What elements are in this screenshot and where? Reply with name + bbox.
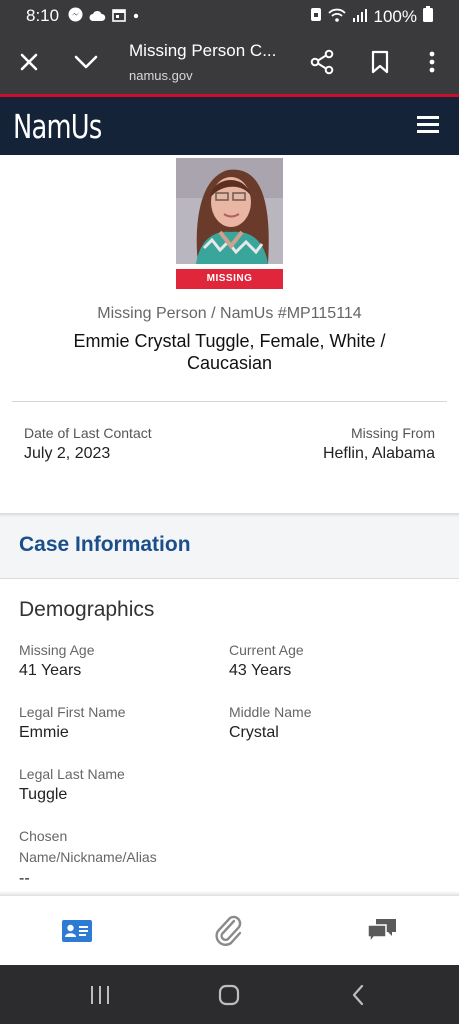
back-icon xyxy=(352,984,364,1006)
id-card-icon xyxy=(62,920,92,942)
missing-age-value: 41 Years xyxy=(19,662,82,679)
tab-attachments[interactable] xyxy=(212,915,246,946)
last-contact-value: July 2, 2023 xyxy=(24,445,111,462)
tab-comments[interactable] xyxy=(365,916,399,946)
hamburger-icon xyxy=(417,116,439,119)
back-button[interactable] xyxy=(345,983,371,1007)
case-information-section[interactable]: Case Information xyxy=(0,517,459,579)
vpn-lock-icon xyxy=(310,7,322,27)
divider xyxy=(12,401,447,402)
home-icon xyxy=(218,984,240,1006)
home-button[interactable] xyxy=(216,983,242,1007)
person-photo-card[interactable]: MISSING xyxy=(176,158,283,289)
current-age-value: 43 Years xyxy=(229,662,292,679)
case-information-title: Case Information xyxy=(19,533,191,556)
status-bar: 8:10 100% xyxy=(0,0,459,32)
cloud-icon xyxy=(89,7,106,27)
close-icon xyxy=(20,53,38,71)
browser-toolbar: Missing Person C... namus.gov xyxy=(0,32,459,94)
share-button[interactable] xyxy=(304,44,340,80)
person-photo xyxy=(176,158,283,264)
first-name-value: Emmie xyxy=(19,724,69,741)
case-number: Missing Person / NamUs #MP115114 xyxy=(97,305,362,322)
more-vert-icon xyxy=(429,51,435,73)
battery-icon xyxy=(423,6,433,27)
battery-percent: 100% xyxy=(373,6,417,26)
alias-label: Chosen Name/Nickname/Alias xyxy=(19,828,157,865)
page-title: Missing Person C... xyxy=(129,41,277,60)
hamburger-icon-bar xyxy=(417,130,439,133)
demographics-heading: Demographics xyxy=(19,598,155,621)
current-age-label: Current Age xyxy=(229,642,304,658)
missing-from-value: Heflin, Alabama xyxy=(322,445,435,462)
missing-age-label: Missing Age xyxy=(19,642,95,658)
signal-icon xyxy=(352,7,368,27)
alias-value: -- xyxy=(19,870,30,887)
middle-name-value: Crystal xyxy=(229,724,279,741)
middle-name-label: Middle Name xyxy=(229,704,312,720)
bookmark-icon xyxy=(371,50,389,74)
site-header: NamUs xyxy=(0,97,459,155)
person-name-heading: Emmie Crystal Tuggle, Female, White / Ca… xyxy=(73,331,386,373)
last-name-value: Tuggle xyxy=(19,786,68,803)
page-url: namus.gov xyxy=(129,68,193,83)
last-name-label: Legal Last Name xyxy=(19,766,125,782)
tab-case-details[interactable] xyxy=(60,916,94,946)
android-navigation-bar xyxy=(0,965,459,1024)
status-time: 8:10 xyxy=(26,6,60,25)
system-icons: 100% xyxy=(310,6,433,27)
first-name-label: Legal First Name xyxy=(19,704,126,720)
more-options-button[interactable] xyxy=(414,44,450,80)
missing-badge: MISSING xyxy=(176,269,283,289)
share-icon xyxy=(310,49,334,75)
bottom-tab-bar xyxy=(0,895,459,965)
notification-icons xyxy=(68,7,140,27)
dot-icon xyxy=(132,7,140,27)
close-tab-button[interactable] xyxy=(11,44,47,80)
main-content: MISSING Missing Person / NamUs #MP115114… xyxy=(0,155,459,895)
minimize-tab-button[interactable] xyxy=(68,44,104,80)
wifi-icon xyxy=(327,7,346,27)
recent-apps-button[interactable] xyxy=(87,983,113,1007)
last-contact-label: Date of Last Contact xyxy=(24,425,152,441)
missing-from-label: Missing From xyxy=(350,425,435,441)
bookmark-button[interactable] xyxy=(362,44,398,80)
recent-apps-icon xyxy=(91,986,109,1004)
calendar-icon xyxy=(112,7,126,27)
paperclip-icon xyxy=(215,915,242,946)
messenger-icon xyxy=(68,7,83,27)
chat-icon xyxy=(367,919,396,945)
hamburger-icon-bar xyxy=(417,123,439,126)
chevron-down-icon xyxy=(74,55,98,69)
menu-button[interactable] xyxy=(417,116,439,134)
namus-logo[interactable]: NamUs xyxy=(13,107,102,146)
